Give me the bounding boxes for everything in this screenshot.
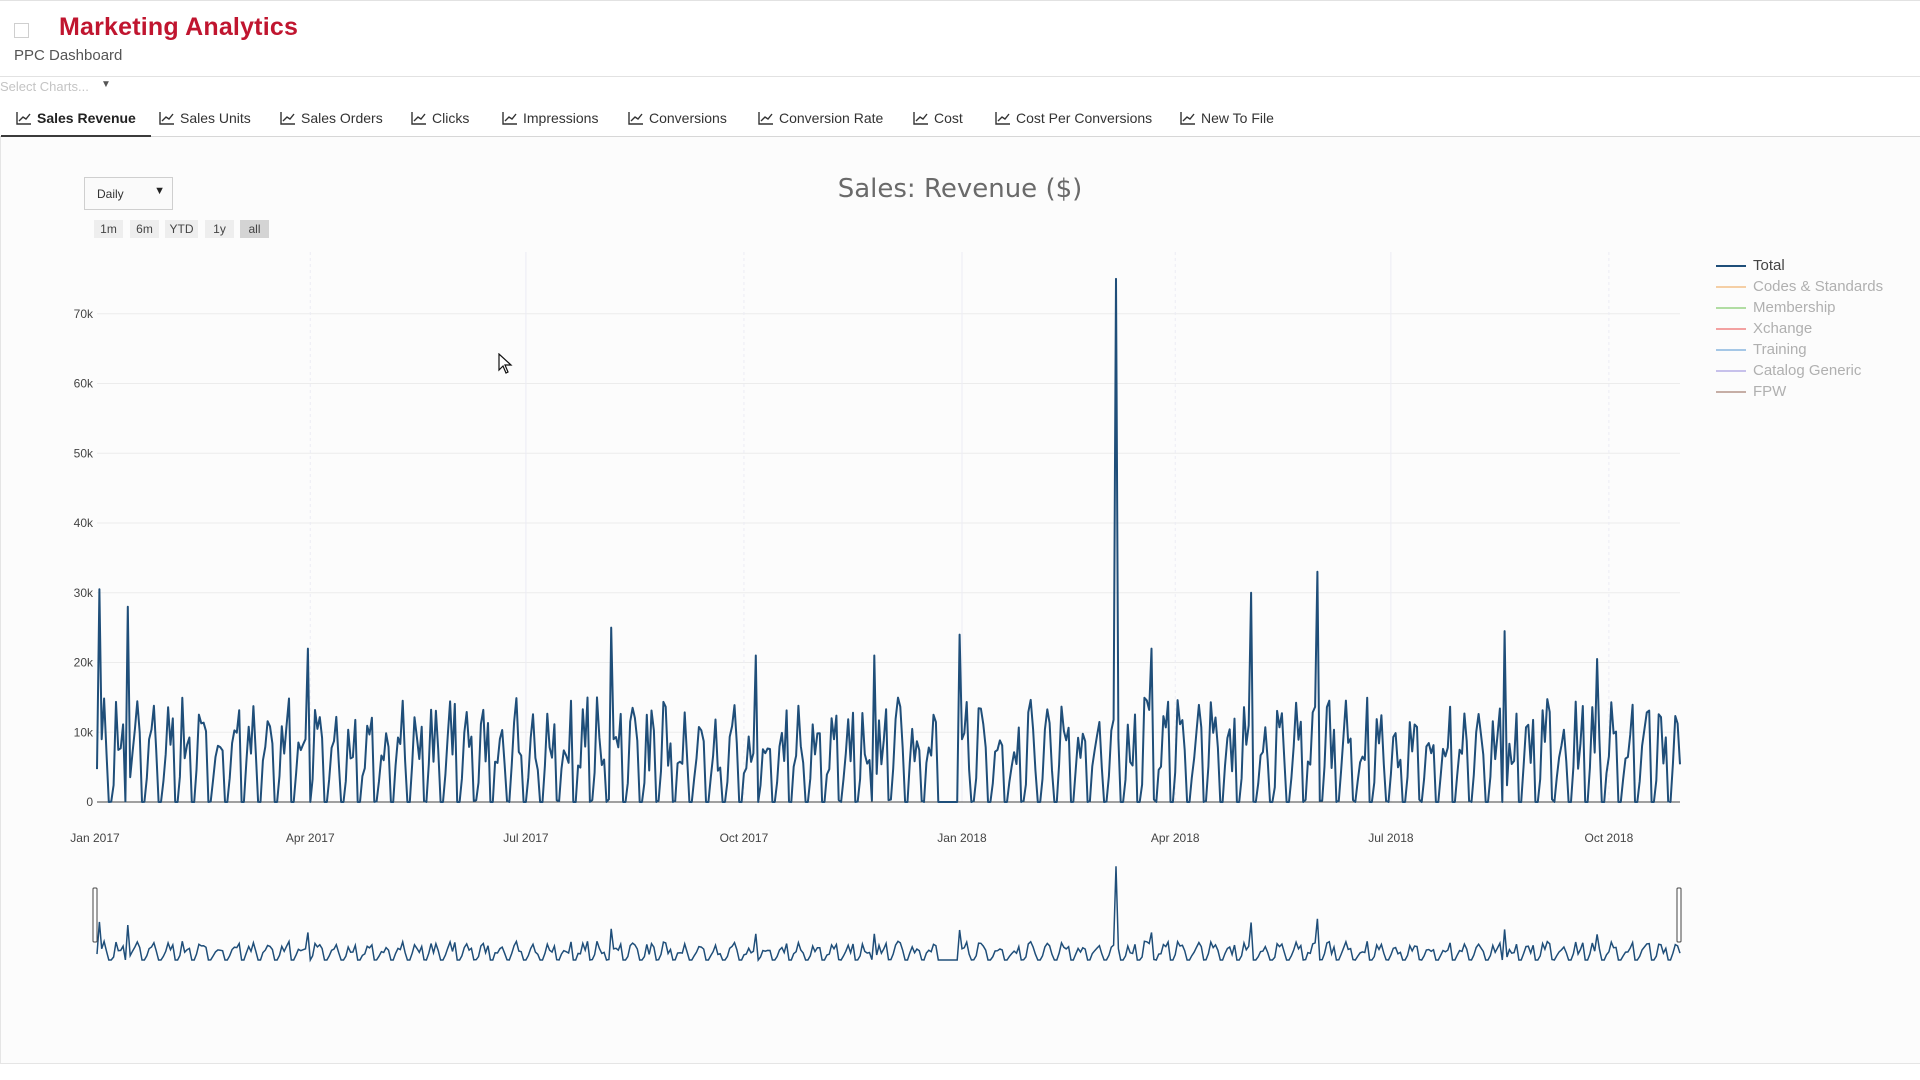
y-tick-label: 70k bbox=[74, 307, 94, 321]
legend-swatch bbox=[1716, 265, 1746, 267]
legend-swatch bbox=[1716, 328, 1746, 330]
legend-swatch bbox=[1716, 391, 1746, 393]
legend-swatch bbox=[1716, 370, 1746, 372]
y-tick-label: 30k bbox=[74, 586, 94, 600]
legend-label: FPW bbox=[1753, 383, 1787, 400]
series-line-total[interactable] bbox=[96, 277, 1681, 803]
y-tick-label: 50k bbox=[74, 446, 94, 460]
legend-label: Membership bbox=[1753, 299, 1836, 316]
mouse-pointer-icon bbox=[498, 353, 513, 374]
legend-label: Catalog Generic bbox=[1753, 362, 1862, 379]
legend-label: Codes & Standards bbox=[1753, 278, 1884, 295]
legend-swatch bbox=[1716, 307, 1746, 309]
x-tick-label: Jul 2018 bbox=[1368, 831, 1414, 845]
y-tick-label: 60k bbox=[74, 377, 94, 391]
y-tick-label: 20k bbox=[74, 656, 94, 670]
x-tick-label: Oct 2018 bbox=[1585, 831, 1634, 845]
legend-label: Training bbox=[1753, 341, 1807, 358]
range-slider-right-handle[interactable] bbox=[1676, 887, 1682, 943]
x-tick-label: Apr 2017 bbox=[286, 831, 335, 845]
range-slider-left-handle[interactable] bbox=[92, 887, 98, 943]
x-tick-label: Oct 2017 bbox=[720, 831, 769, 845]
y-tick-label: 10k bbox=[74, 725, 94, 739]
x-tick-label: Jan 2017 bbox=[70, 831, 120, 845]
legend-swatch bbox=[1716, 349, 1746, 351]
y-tick-label: 40k bbox=[74, 516, 94, 530]
range-slider-line bbox=[96, 866, 1681, 963]
revenue-line-chart[interactable]: 0 10k 20k 30k 40k 50k 60k 70k Jan 2017 Apr 2017 Ju… bbox=[0, 0, 1920, 1080]
legend-swatch bbox=[1716, 286, 1746, 288]
x-tick-label: Jul 2017 bbox=[503, 831, 549, 845]
legend-label: Xchange bbox=[1753, 320, 1813, 337]
legend-label: Total bbox=[1753, 257, 1785, 274]
x-tick-label: Apr 2018 bbox=[1151, 831, 1200, 845]
x-tick-label: Jan 2018 bbox=[937, 831, 987, 845]
y-tick-label: 0 bbox=[86, 795, 93, 809]
